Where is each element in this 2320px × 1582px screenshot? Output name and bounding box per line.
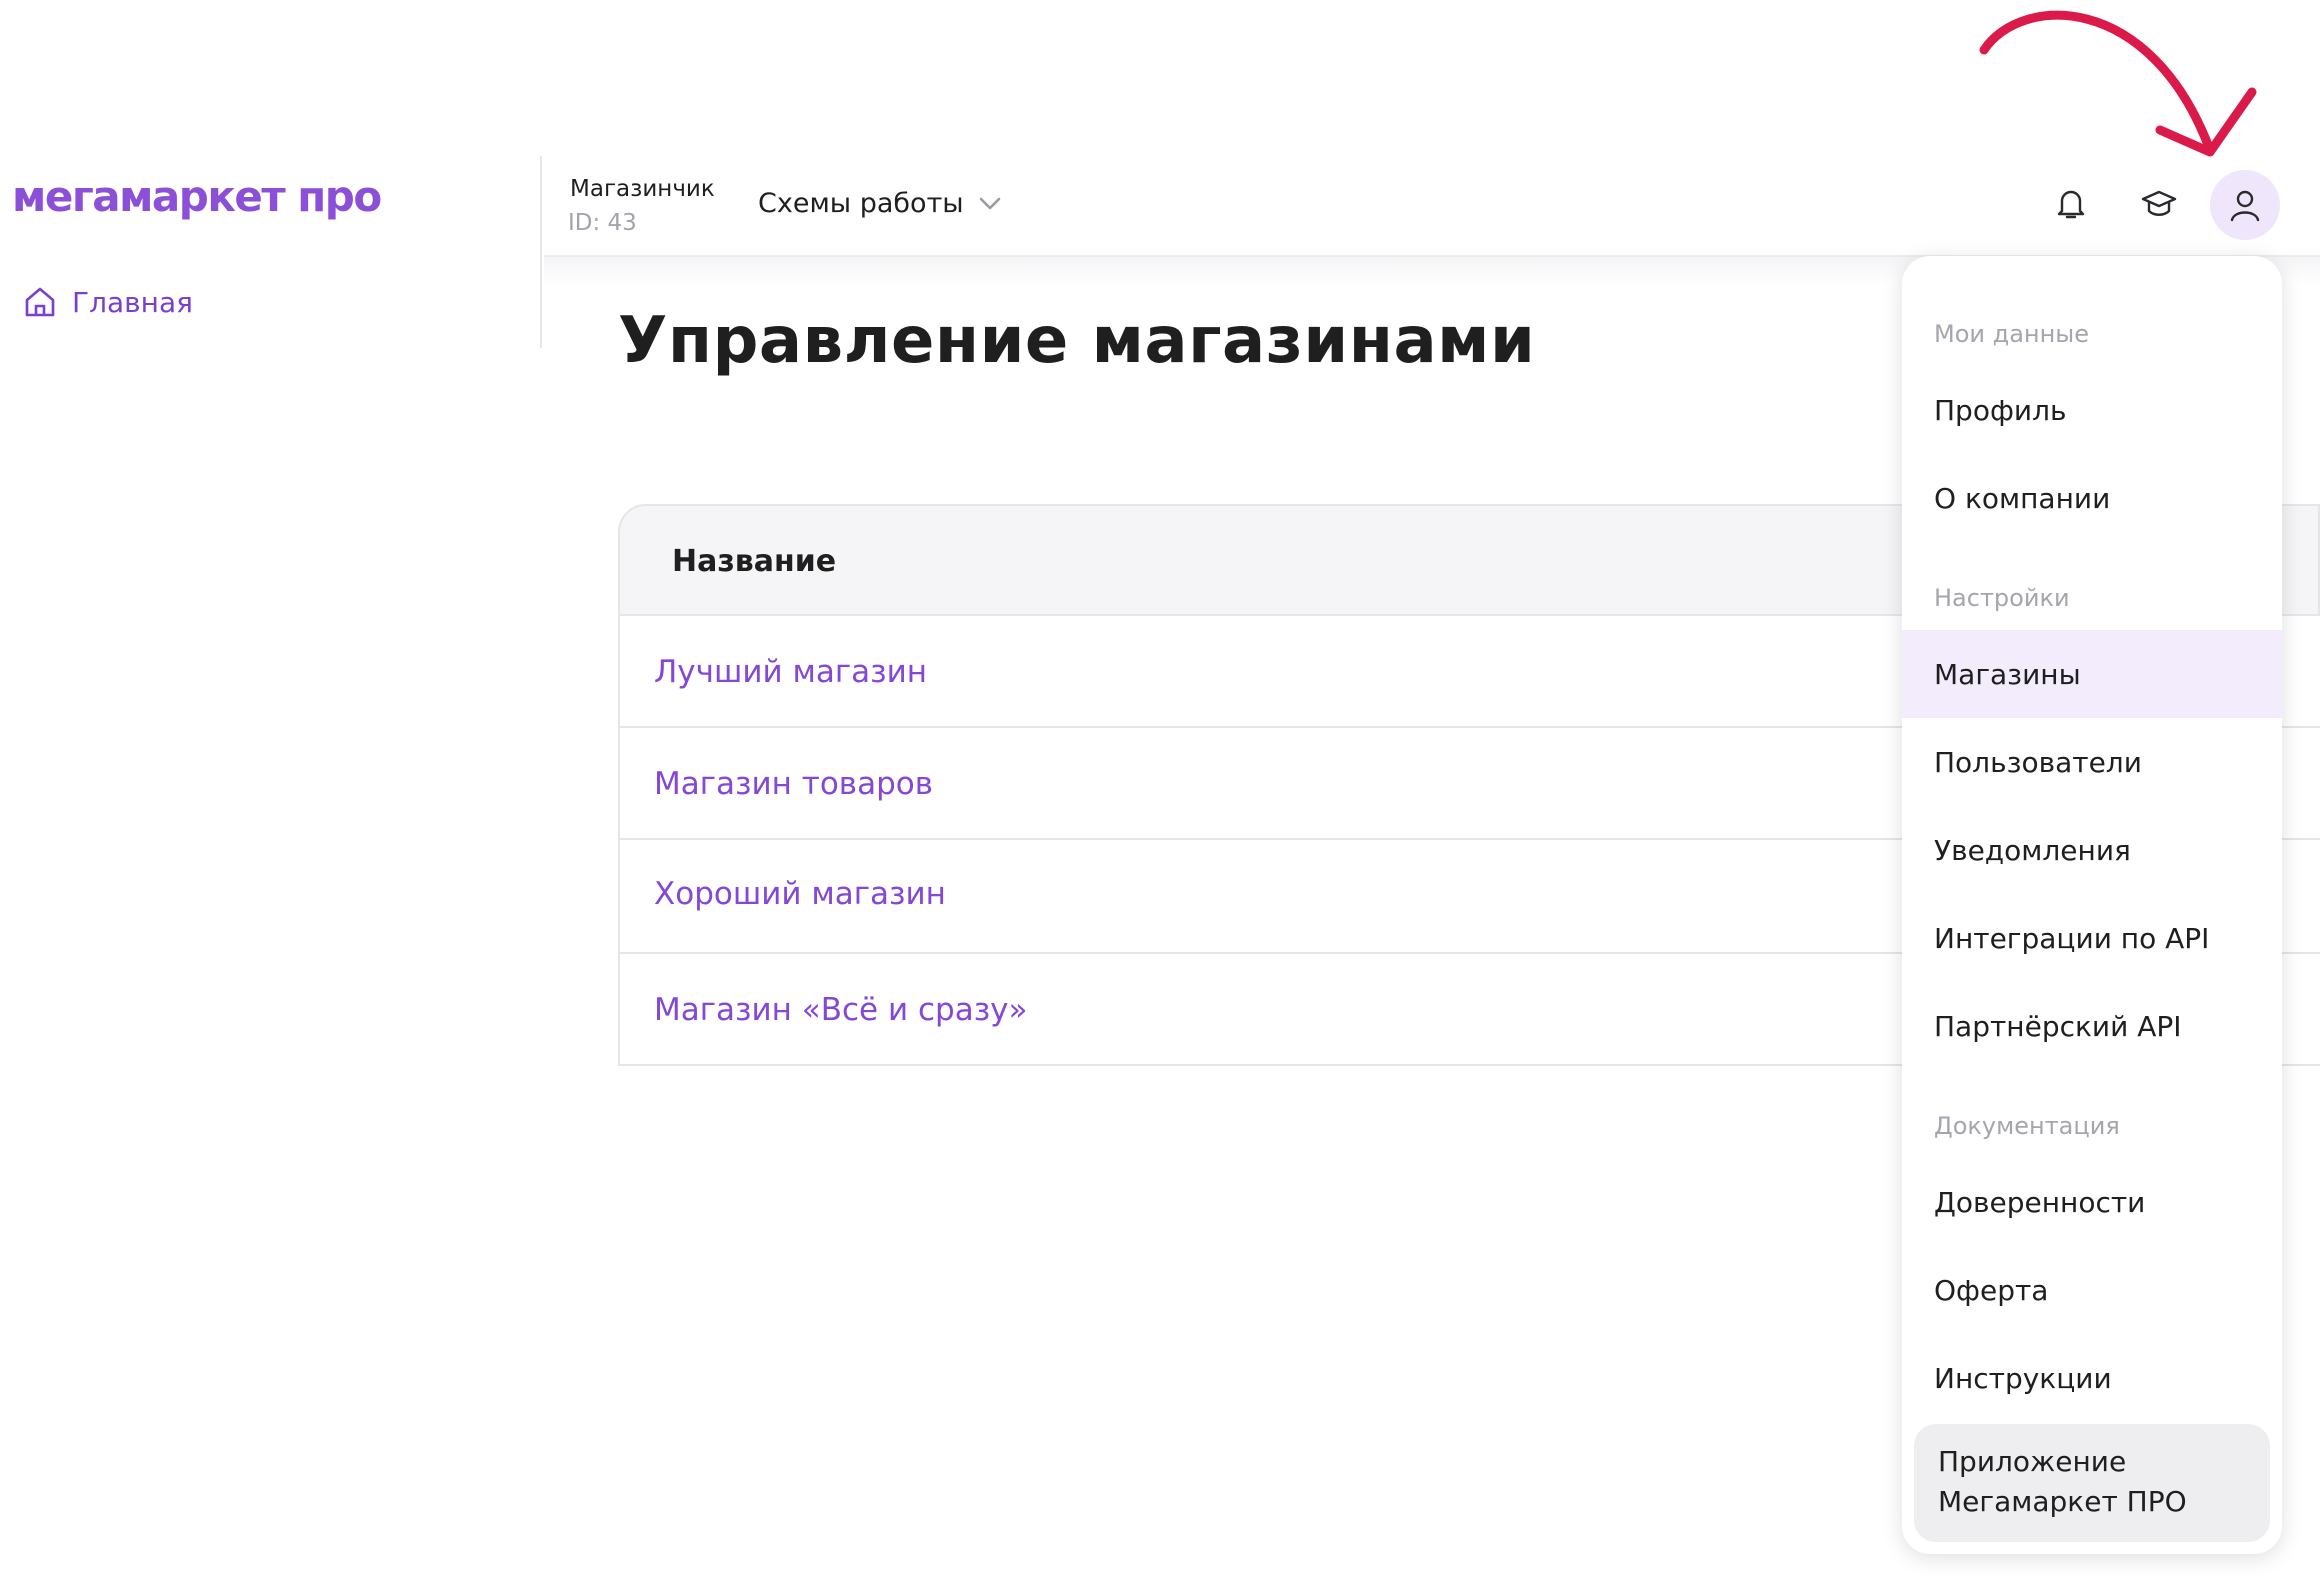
notifications-button[interactable] (2036, 168, 2106, 238)
store-id: ID: 43 (568, 210, 637, 236)
education-button[interactable] (2124, 168, 2194, 238)
menu-section-title: Документация (1934, 1112, 2120, 1140)
store-name[interactable]: Магазинчик (570, 176, 715, 202)
sidebar-item-label: Главная (72, 285, 193, 319)
menu-item-partner-api[interactable]: Партнёрский API (1902, 982, 2282, 1070)
menu-item-company[interactable]: О компании (1902, 454, 2282, 542)
schemes-label: Схемы работы (758, 188, 964, 219)
sidebar-divider (540, 156, 542, 348)
menu-section-title: Мои данные (1934, 320, 2090, 348)
home-icon (25, 287, 55, 317)
column-name-header: Название (672, 544, 837, 579)
menu-item-users[interactable]: Пользователи (1902, 718, 2282, 806)
menu-item-stores[interactable]: Магазины (1902, 630, 2282, 718)
user-icon (2230, 190, 2260, 222)
page-title: Управление магазинами (618, 304, 1536, 378)
menu-item-profile[interactable]: Профиль (1902, 366, 2282, 454)
chevron-down-icon (979, 197, 1000, 209)
annotation-arrow-icon (1979, 10, 2257, 157)
app-promo-card[interactable]: Приложение Мегамаркет ПРО (1914, 1424, 2270, 1542)
user-menu-button[interactable] (2210, 170, 2280, 240)
menu-item-offer[interactable]: Оферта (1902, 1246, 2282, 1334)
sidebar-item-home[interactable]: Главная (22, 284, 193, 320)
schemes-dropdown[interactable]: Схемы работы (758, 188, 1002, 219)
menu-item-api-integrations[interactable]: Интеграции по API (1902, 894, 2282, 982)
user-dropdown-menu: Мои данные Профиль О компании Настройки … (1902, 256, 2282, 1554)
store-link[interactable]: Магазин товаров (654, 766, 933, 802)
menu-item-notifications[interactable]: Уведомления (1902, 806, 2282, 894)
menu-section-title: Настройки (1934, 584, 2070, 612)
store-link[interactable]: Хороший магазин (654, 876, 946, 912)
store-link[interactable]: Магазин «Всё и сразу» (654, 992, 1028, 1028)
brand-logo[interactable]: мегамаркет про (12, 172, 382, 221)
graduation-cap-icon (2141, 190, 2177, 216)
menu-item-powers-of-attorney[interactable]: Доверенности (1902, 1158, 2282, 1246)
store-link[interactable]: Лучший магазин (654, 654, 927, 690)
menu-item-instructions[interactable]: Инструкции (1902, 1334, 2282, 1422)
bell-icon (2057, 190, 2085, 219)
